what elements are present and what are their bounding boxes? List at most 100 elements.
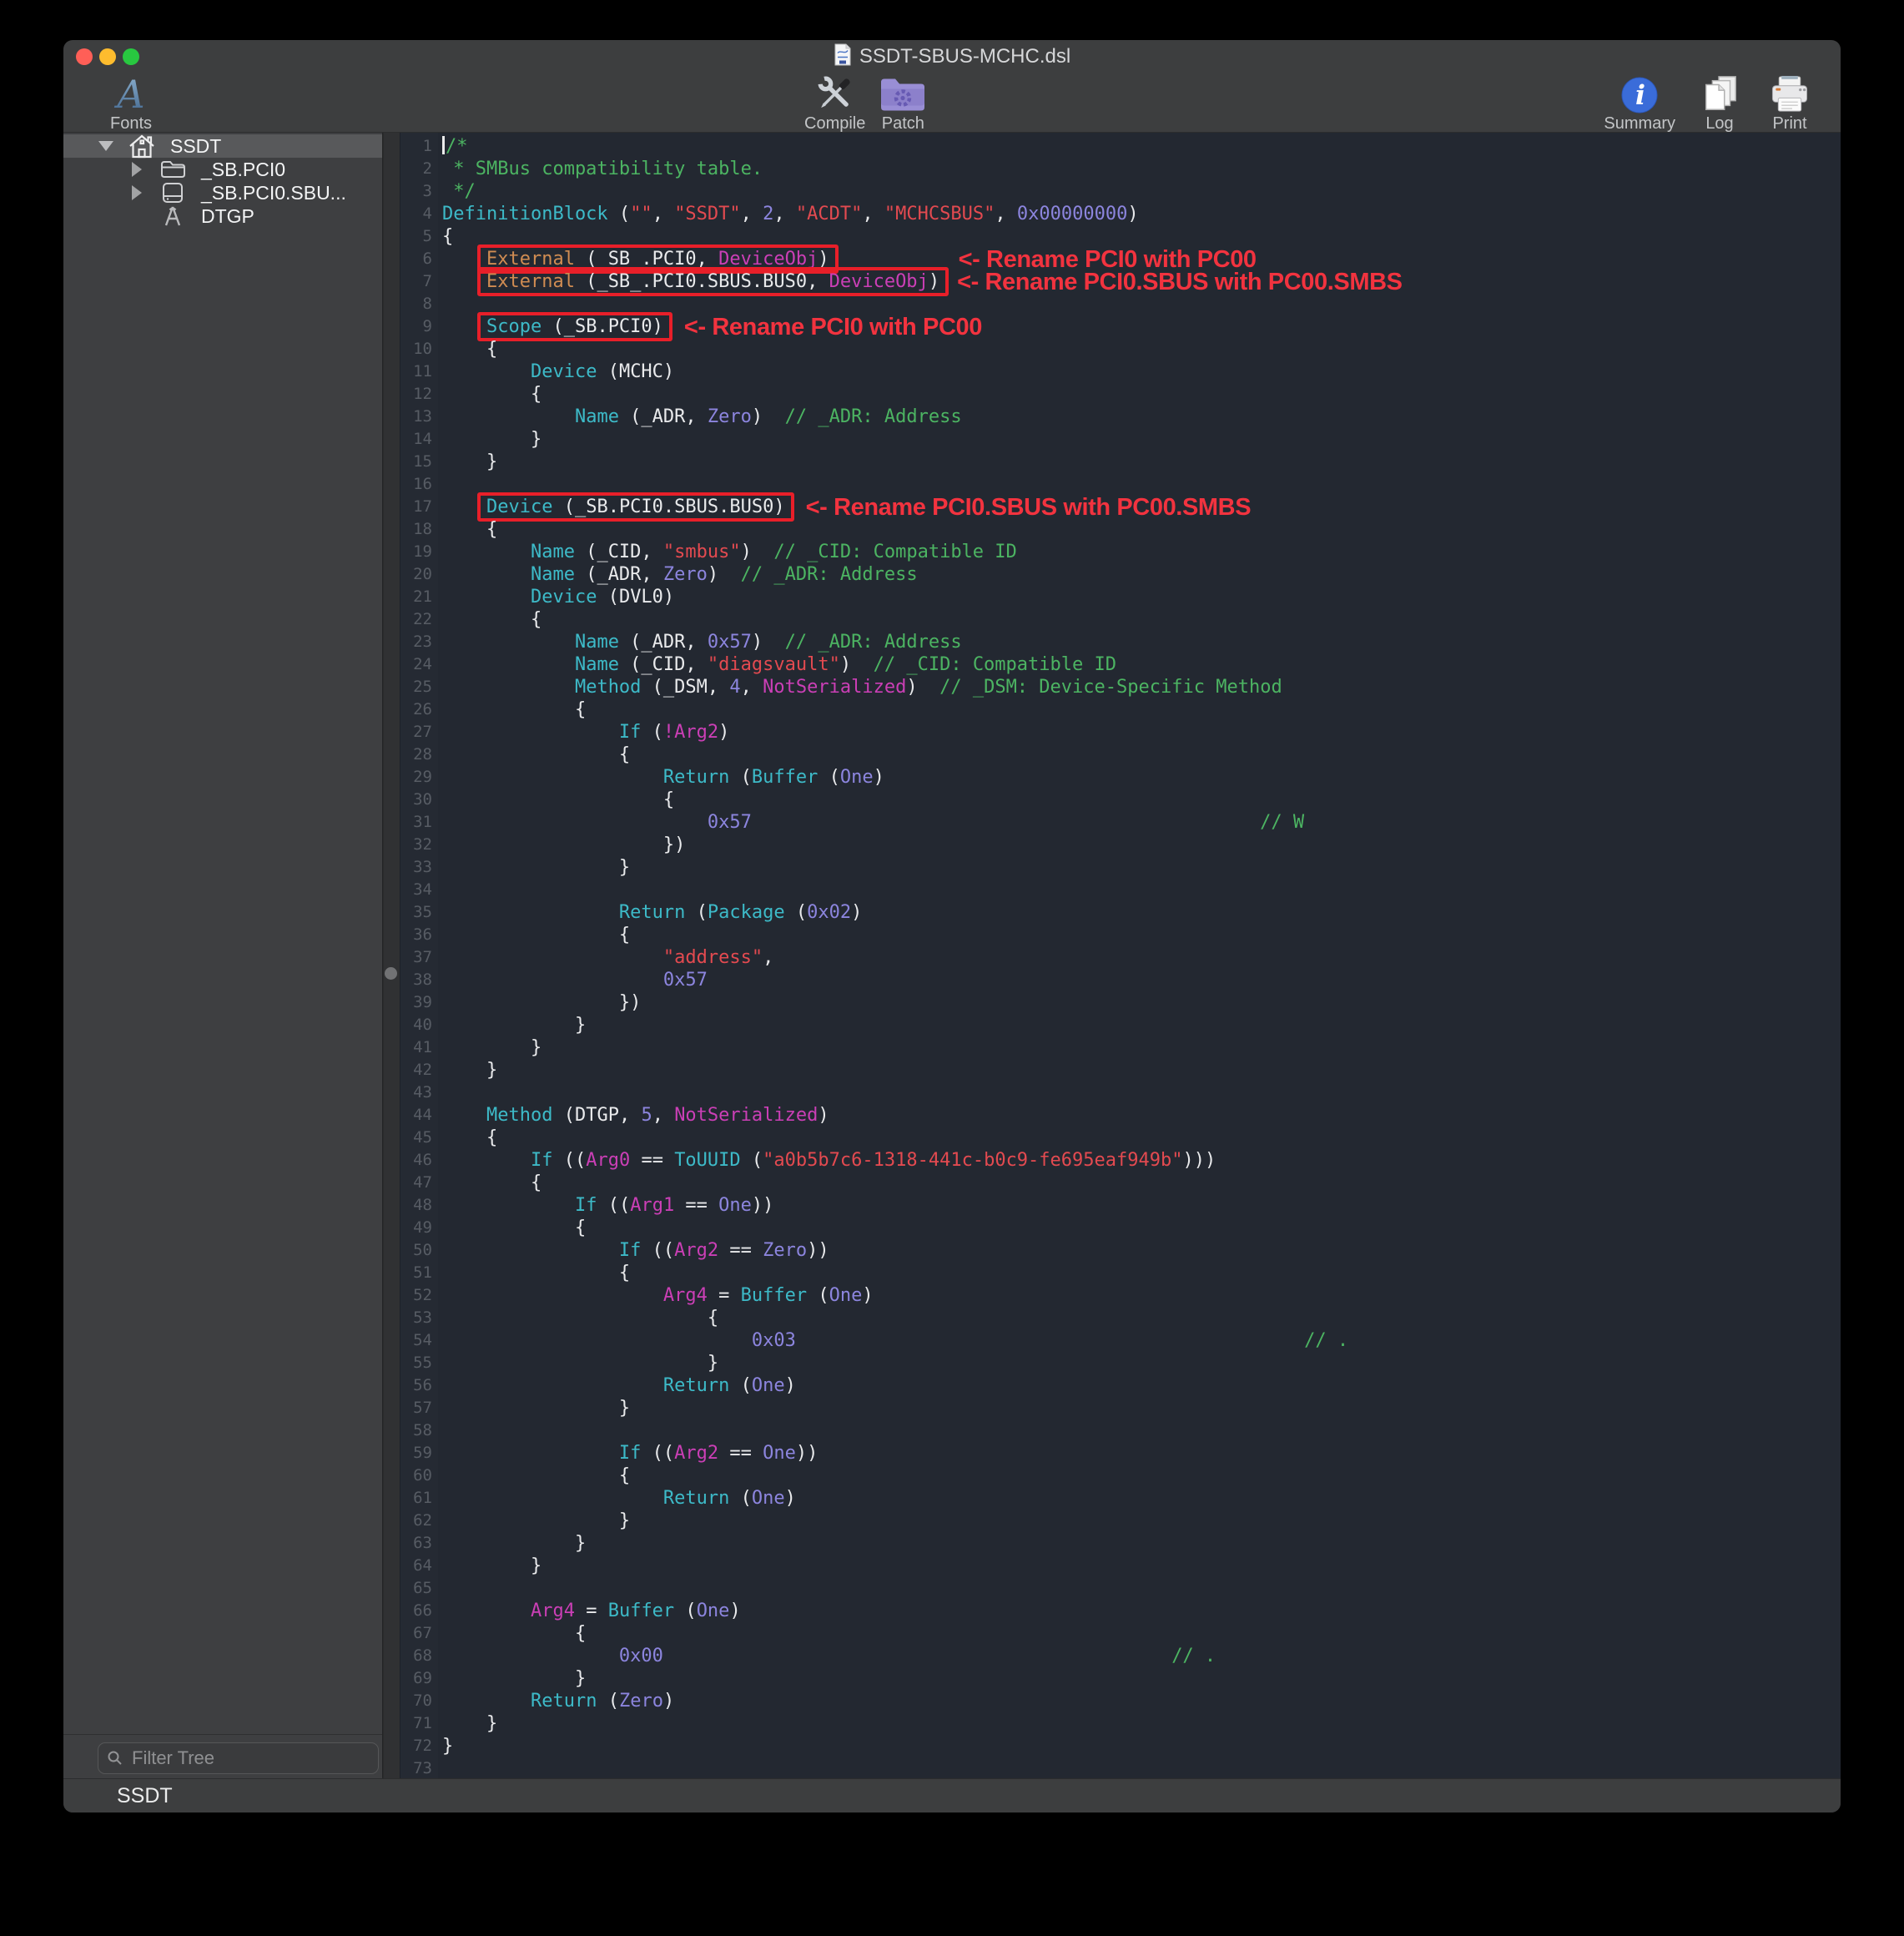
code-token: If (531, 1150, 553, 1171)
fonts-button[interactable]: A Fonts (93, 74, 169, 133)
code-line[interactable]: Return (Buffer (One) (442, 766, 1841, 789)
code-line[interactable] (442, 1757, 1841, 1778)
filter-tree-input[interactable] (98, 1742, 379, 1774)
minimize-window-button[interactable] (99, 48, 116, 65)
code-line[interactable]: { (442, 789, 1841, 811)
disclosure-triangle-icon[interactable] (97, 141, 115, 151)
zoom-window-button[interactable] (123, 48, 139, 65)
code-line[interactable]: 0x57 // W (442, 811, 1841, 834)
code-line[interactable]: Arg4 = Buffer (One) (442, 1284, 1841, 1307)
code-line[interactable]: } (442, 1667, 1841, 1690)
code-line[interactable]: Return (One) (442, 1487, 1841, 1510)
split-handle[interactable] (385, 967, 397, 980)
code-line[interactable]: { (442, 1217, 1841, 1239)
code-editor[interactable]: /* * SMBus compatibility table. */Defini… (438, 133, 1841, 1778)
disclosure-triangle-icon[interactable] (128, 185, 146, 200)
code-line[interactable]: } (442, 1712, 1841, 1735)
navigation-sidebar: SSDT_SB.PCI0_SB.PCI0.SBU...DTGP (63, 133, 383, 1778)
code-line[interactable]: Arg4 = Buffer (One) (442, 1600, 1841, 1622)
log-button[interactable]: Log (1694, 74, 1745, 133)
code-line[interactable]: If (!Arg2) (442, 721, 1841, 744)
code-line[interactable]: } (442, 1352, 1841, 1374)
code-line[interactable]: Method (_DSM, 4, NotSerialized) // _DSM:… (442, 676, 1841, 698)
tree-item-label: _SB.PCI0.SBU... (201, 182, 346, 204)
code-line[interactable]: { (442, 518, 1841, 541)
code-line[interactable]: Device (_SB.PCI0.SBUS.BUS0)<- Rename PCI… (442, 496, 1841, 518)
code-line[interactable]: { (442, 1307, 1841, 1329)
code-line[interactable]: * SMBus compatibility table. (442, 158, 1841, 180)
code-line[interactable]: } (442, 1510, 1841, 1532)
split-divider[interactable] (383, 133, 400, 1778)
code-line[interactable]: } (442, 1735, 1841, 1757)
code-line[interactable]: If ((Arg0 == ToUUID ("a0b5b7c6-1318-441c… (442, 1149, 1841, 1172)
code-line[interactable]: Scope (_SB.PCI0)<- Rename PCI0 with PC00 (442, 315, 1841, 338)
code-line[interactable]: { (442, 744, 1841, 766)
code-line[interactable]: { (442, 1127, 1841, 1149)
code-line[interactable]: { (442, 924, 1841, 946)
code-line[interactable]: { (442, 338, 1841, 360)
summary-button[interactable]: i Summary (1604, 74, 1675, 133)
code-line[interactable] (442, 879, 1841, 901)
print-button[interactable]: Print (1764, 74, 1816, 133)
code-line[interactable]: { (442, 1622, 1841, 1645)
line-number: 50 (400, 1239, 432, 1262)
code-line[interactable]: If ((Arg2 == Zero)) (442, 1239, 1841, 1262)
code-line[interactable]: Name (_CID, "diagsvault") // _CID: Compa… (442, 653, 1841, 676)
code-line[interactable]: } (442, 1532, 1841, 1555)
code-line[interactable]: }) (442, 834, 1841, 856)
code-line[interactable]: */ (442, 180, 1841, 203)
patch-button[interactable]: Patch (879, 74, 927, 133)
code-line[interactable]: } (442, 1059, 1841, 1081)
code-line[interactable] (442, 1081, 1841, 1104)
code-line[interactable]: Device (MCHC) (442, 360, 1841, 383)
sidebar-item-sb-pci0[interactable]: _SB.PCI0 (63, 158, 382, 181)
sidebar-item-sb-pci0-sbu[interactable]: _SB.PCI0.SBU... (63, 181, 382, 204)
code-line[interactable]: { (442, 698, 1841, 721)
code-line[interactable]: DefinitionBlock ("", "SSDT", 2, "ACDT", … (442, 203, 1841, 225)
code-line[interactable]: } (442, 856, 1841, 879)
sidebar-item-ssdt[interactable]: SSDT (63, 134, 382, 158)
code-line[interactable]: 0x03 // . (442, 1329, 1841, 1352)
code-line[interactable] (442, 1419, 1841, 1442)
code-token: ( (597, 1691, 619, 1712)
disclosure-triangle-icon[interactable] (128, 162, 146, 177)
code-line[interactable]: { (442, 1262, 1841, 1284)
sidebar-item-dtgp[interactable]: DTGP (63, 204, 382, 228)
title-bar[interactable]: SSDT-SBUS-MCHC.dsl (63, 40, 1841, 73)
code-line[interactable]: Device (DVL0) (442, 586, 1841, 608)
code-line[interactable]: 0x00 // . (442, 1645, 1841, 1667)
code-line[interactable]: } (442, 428, 1841, 451)
close-window-button[interactable] (76, 48, 93, 65)
code-line[interactable]: { (442, 1465, 1841, 1487)
code-line[interactable]: { (442, 383, 1841, 406)
acpi-tree[interactable]: SSDT_SB.PCI0_SB.PCI0.SBU...DTGP (63, 133, 382, 228)
code-line[interactable]: { (442, 608, 1841, 631)
code-line[interactable]: 0x57 (442, 969, 1841, 991)
code-line[interactable]: } (442, 1014, 1841, 1036)
code-line[interactable]: Return (Zero) (442, 1690, 1841, 1712)
code-line[interactable]: "address", (442, 946, 1841, 969)
line-number: 9 (400, 315, 432, 338)
compile-button[interactable]: Compile (804, 74, 865, 133)
code-line[interactable]: Return (One) (442, 1374, 1841, 1397)
code-line[interactable]: } (442, 451, 1841, 473)
code-line[interactable]: External (_SB_.PCI0.SBUS.BUS0, DeviceObj… (442, 270, 1841, 293)
code-line[interactable]: If ((Arg2 == One)) (442, 1442, 1841, 1465)
code-line[interactable]: Name (_ADR, Zero) // _ADR: Address (442, 406, 1841, 428)
code-token: ( (729, 767, 752, 788)
code-line[interactable]: Name (_CID, "smbus") // _CID: Compatible… (442, 541, 1841, 563)
code-line[interactable]: Return (Package (0x02) (442, 901, 1841, 924)
code-token: (_SB.PCI0) (541, 316, 663, 337)
code-line[interactable]: If ((Arg1 == One)) (442, 1194, 1841, 1217)
code-line[interactable]: Name (_ADR, Zero) // _ADR: Address (442, 563, 1841, 586)
code-token: { (442, 925, 630, 945)
code-line[interactable]: } (442, 1555, 1841, 1577)
code-line[interactable]: Method (DTGP, 5, NotSerialized) (442, 1104, 1841, 1127)
code-line[interactable]: /* (442, 135, 1841, 158)
code-line[interactable]: } (442, 1036, 1841, 1059)
code-line[interactable] (442, 1577, 1841, 1600)
code-line[interactable]: }) (442, 991, 1841, 1014)
code-line[interactable]: } (442, 1397, 1841, 1419)
code-line[interactable]: { (442, 1172, 1841, 1194)
code-line[interactable]: Name (_ADR, 0x57) // _ADR: Address (442, 631, 1841, 653)
